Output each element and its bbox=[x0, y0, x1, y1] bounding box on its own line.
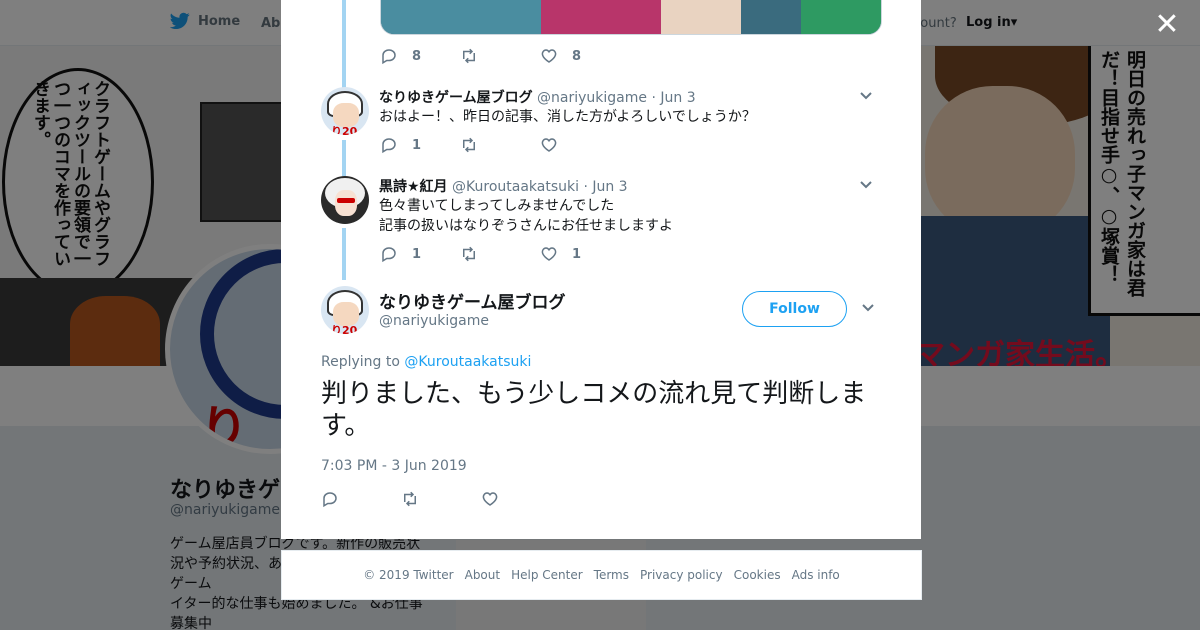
reply-author-handle[interactable]: @nariyukigame bbox=[537, 90, 647, 106]
media-fragment bbox=[381, 0, 541, 34]
reply-count: 1 bbox=[412, 246, 422, 262]
like-count: 1 bbox=[572, 246, 582, 262]
chevron-down-icon[interactable] bbox=[859, 178, 873, 192]
reply-text-line: 記事の扱いはなりぞうさんにお任せましますよ bbox=[379, 218, 673, 234]
avatar-face bbox=[335, 190, 357, 216]
footer-copyright: © 2019 Twitter bbox=[363, 568, 454, 582]
like-button[interactable]: 8 bbox=[540, 47, 620, 65]
follow-button[interactable]: Follow bbox=[742, 291, 847, 327]
like-count: 8 bbox=[572, 48, 582, 64]
chevron-down-icon[interactable] bbox=[861, 301, 875, 315]
tweet-actions: 8 8 bbox=[380, 47, 620, 65]
avatar-mark: り20 bbox=[331, 324, 358, 334]
footer-link-cookies[interactable]: Cookies bbox=[734, 568, 781, 582]
reply-count: 8 bbox=[412, 48, 422, 64]
like-button[interactable] bbox=[540, 136, 620, 154]
footer-link-terms[interactable]: Terms bbox=[594, 568, 629, 582]
reply-author-name[interactable]: なりゆきゲーム屋ブログ bbox=[379, 90, 533, 106]
retweet-button[interactable] bbox=[460, 47, 540, 65]
heart-icon bbox=[541, 138, 557, 152]
reply-icon bbox=[382, 49, 396, 65]
reply-header: なりゆきゲーム屋ブログ @nariyukigame · Jun 3 bbox=[379, 87, 696, 107]
retweet-icon bbox=[463, 48, 475, 64]
avatar-mark: り20 bbox=[331, 125, 358, 135]
retweet-button[interactable] bbox=[401, 490, 481, 508]
reply-icon bbox=[382, 138, 396, 154]
reply-text: おはよー！、昨日の記事、消した方がよろしいでしょうか？ bbox=[379, 109, 756, 125]
tweet-timestamp[interactable]: 7:03 PM - 3 Jun 2019 bbox=[321, 458, 467, 474]
tweet-author-handle[interactable]: @nariyukigame bbox=[379, 313, 489, 329]
avatar-eye bbox=[337, 198, 355, 203]
retweet-button[interactable] bbox=[460, 245, 540, 263]
retweet-button[interactable] bbox=[460, 136, 540, 154]
reply-button[interactable]: 8 bbox=[380, 47, 460, 65]
thread-line bbox=[342, 0, 346, 88]
reply-date[interactable]: Jun 3 bbox=[592, 179, 627, 195]
replying-to-link[interactable]: @Kuroutaakatsuki bbox=[404, 354, 531, 370]
media-fragment bbox=[661, 0, 741, 34]
avatar[interactable] bbox=[321, 176, 369, 224]
reply-count: 1 bbox=[412, 137, 422, 153]
heart-icon bbox=[541, 49, 557, 63]
media-fragment bbox=[801, 0, 881, 34]
heart-icon bbox=[541, 247, 557, 261]
reply-text: 色々書いてしまってしみませんでした 記事の扱いはなりぞうさんにお任せましますよ bbox=[379, 196, 673, 236]
reply-icon bbox=[382, 247, 396, 263]
tweet-actions: 1 bbox=[380, 136, 620, 154]
close-icon[interactable]: ✕ bbox=[1152, 10, 1182, 40]
footer-link-ads-info[interactable]: Ads info bbox=[792, 568, 840, 582]
heart-icon bbox=[482, 492, 498, 506]
reply-button[interactable] bbox=[321, 490, 401, 508]
tweet-text: 判りました、もう少しコメの流れ見て判断します。 bbox=[321, 379, 867, 441]
reply-author-name[interactable]: 黒詩★紅月 bbox=[379, 179, 448, 195]
footer-link-about[interactable]: About bbox=[465, 568, 500, 582]
modal-footer: © 2019 Twitter About Help Center Terms P… bbox=[281, 550, 922, 600]
tweet-media-image[interactable] bbox=[380, 0, 882, 35]
reply-author-handle[interactable]: @Kuroutaakatsuki bbox=[452, 179, 579, 195]
avatar[interactable]: り20 bbox=[321, 87, 369, 135]
reply-icon bbox=[323, 492, 337, 508]
replying-to: Replying to @Kuroutaakatsuki bbox=[321, 354, 531, 370]
media-fragment bbox=[541, 0, 661, 34]
reply-button[interactable]: 1 bbox=[380, 136, 460, 154]
tweet-author-name[interactable]: なりゆきゲーム屋ブログ bbox=[379, 288, 566, 313]
retweet-icon bbox=[463, 246, 475, 262]
reply-header: 黒詩★紅月 @Kuroutaakatsuki · Jun 3 bbox=[379, 176, 628, 196]
avatar[interactable]: り20 bbox=[321, 286, 369, 334]
reply-date[interactable]: Jun 3 bbox=[660, 90, 695, 106]
tweet-modal: 8 8 り20 なりゆきゲーム屋ブログ @nariyukigame · Jun … bbox=[281, 0, 921, 539]
like-button[interactable]: 1 bbox=[540, 245, 620, 263]
footer-link-privacy[interactable]: Privacy policy bbox=[640, 568, 723, 582]
retweet-icon bbox=[404, 491, 416, 507]
reply-tweet[interactable]: 黒詩★紅月 @Kuroutaakatsuki · Jun 3 色々書いてしまって… bbox=[321, 176, 881, 256]
replying-prefix: Replying to bbox=[321, 354, 405, 370]
reply-text-line: 色々書いてしまってしみませんでした bbox=[379, 198, 615, 214]
like-button[interactable] bbox=[481, 490, 561, 508]
chevron-down-icon[interactable] bbox=[859, 89, 873, 103]
tweet-actions bbox=[321, 490, 561, 508]
tweet-actions: 1 1 bbox=[380, 245, 620, 263]
retweet-icon bbox=[463, 137, 475, 153]
footer-link-help-center[interactable]: Help Center bbox=[511, 568, 583, 582]
reply-button[interactable]: 1 bbox=[380, 245, 460, 263]
